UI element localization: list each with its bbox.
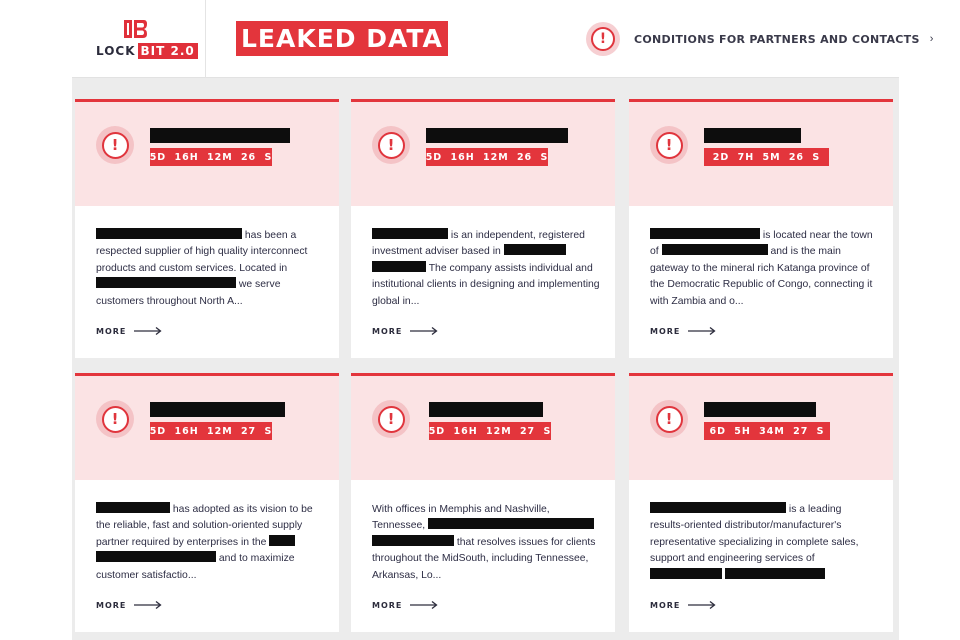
arrow-right-icon xyxy=(688,326,716,336)
logo-text: LOCK BIT 2.0 xyxy=(96,43,198,59)
victim-card[interactable]: ! 2D 7H 5M 26 S is located near the town… xyxy=(629,99,893,358)
redaction-bar xyxy=(650,567,722,579)
redaction-bar xyxy=(96,277,236,289)
card-header: ! 5D 16H 12M 26 S xyxy=(75,102,339,206)
card-header: ! 5D 16H 12M 26 S xyxy=(351,102,615,206)
card-description: is located near the town of and is the m… xyxy=(650,228,873,307)
redaction-bar xyxy=(269,534,296,546)
card-description: has adopted as its vision to be the reli… xyxy=(96,502,313,581)
page-title: LEAKED DATA xyxy=(236,21,448,56)
arrow-right-icon xyxy=(134,600,162,610)
redaction-bar xyxy=(96,502,170,513)
redacted-company-name xyxy=(704,402,816,417)
redaction-bar xyxy=(96,551,216,563)
card-header: ! 5D 16H 12M 27 S xyxy=(75,376,339,480)
alert-icon: ! xyxy=(650,126,688,164)
chevron-right-icon: › xyxy=(929,33,934,45)
more-link[interactable]: MORE xyxy=(650,326,716,336)
redaction-bar xyxy=(428,518,595,530)
countdown-timer: 5D 16H 12M 26 S xyxy=(150,148,272,166)
logo-text-lock: LOCK xyxy=(96,44,136,58)
arrow-right-icon xyxy=(410,600,438,610)
redaction-bar xyxy=(372,260,426,272)
redacted-company-name xyxy=(426,128,568,143)
redaction-bar xyxy=(372,228,448,239)
victim-card[interactable]: ! 5D 16H 12M 26 S is an independent, reg… xyxy=(351,99,615,358)
card-header: ! 2D 7H 5M 26 S xyxy=(629,102,893,206)
countdown-timer: 5D 16H 12M 26 S xyxy=(426,148,548,166)
more-link[interactable]: MORE xyxy=(96,326,162,336)
more-link[interactable]: MORE xyxy=(650,600,716,610)
more-link[interactable]: MORE xyxy=(96,600,162,610)
card-header: ! 6D 5H 34M 27 S xyxy=(629,376,893,480)
alert-icon: ! xyxy=(372,400,410,438)
redaction-bar xyxy=(503,244,566,256)
redaction-bar xyxy=(650,502,786,513)
top-header: LOCK BIT 2.0 LEAKED DATA ! CONDITIONS FOR… xyxy=(72,0,933,78)
redaction-bar xyxy=(650,228,760,239)
countdown-timer: 2D 7H 5M 26 S xyxy=(704,148,829,166)
victim-card[interactable]: ! 6D 5H 34M 27 S is a leading results-or… xyxy=(629,373,893,632)
card-description: is a leading results-oriented distributo… xyxy=(650,502,878,584)
logo[interactable]: LOCK BIT 2.0 xyxy=(72,0,206,78)
more-link[interactable]: MORE xyxy=(372,326,438,336)
alert-icon: ! xyxy=(372,126,410,164)
conditions-link[interactable]: ! CONDITIONS FOR PARTNERS AND CONTACTS › xyxy=(586,22,933,56)
redacted-company-name xyxy=(429,402,543,417)
redacted-company-name xyxy=(704,128,801,143)
redaction-bar xyxy=(724,567,825,579)
redaction-bar xyxy=(661,244,768,256)
countdown-timer: 6D 5H 34M 27 S xyxy=(704,422,830,440)
card-description: With offices in Memphis and Nashville, T… xyxy=(372,504,596,581)
victim-card[interactable]: ! 5D 16H 12M 27 S With offices in Memphi… xyxy=(351,373,615,632)
alert-icon: ! xyxy=(650,400,688,438)
countdown-timer: 5D 16H 12M 27 S xyxy=(150,422,272,440)
arrow-right-icon xyxy=(410,326,438,336)
card-description: is an independent, registered investment… xyxy=(372,228,600,307)
redacted-company-name xyxy=(150,128,290,143)
alert-icon: ! xyxy=(586,22,620,56)
redaction-bar xyxy=(372,534,454,546)
card-header: ! 5D 16H 12M 27 S xyxy=(351,376,615,480)
logo-version-badge: BIT 2.0 xyxy=(137,43,198,59)
alert-icon: ! xyxy=(96,400,134,438)
countdown-timer: 5D 16H 12M 27 S xyxy=(429,422,551,440)
lockbit-logo-icon xyxy=(124,20,147,38)
redaction-bar xyxy=(96,228,242,239)
arrow-right-icon xyxy=(134,326,162,336)
arrow-right-icon xyxy=(688,600,716,610)
card-description: has been a respected supplier of high qu… xyxy=(96,228,308,307)
alert-icon: ! xyxy=(96,126,134,164)
more-link[interactable]: MORE xyxy=(372,600,438,610)
victim-card[interactable]: ! 5D 16H 12M 26 S has been a respected s… xyxy=(75,99,339,358)
redacted-company-name xyxy=(150,402,285,417)
victim-card[interactable]: ! 5D 16H 12M 27 S has adopted as its vis… xyxy=(75,373,339,632)
conditions-link-label: CONDITIONS FOR PARTNERS AND CONTACTS xyxy=(634,32,920,46)
